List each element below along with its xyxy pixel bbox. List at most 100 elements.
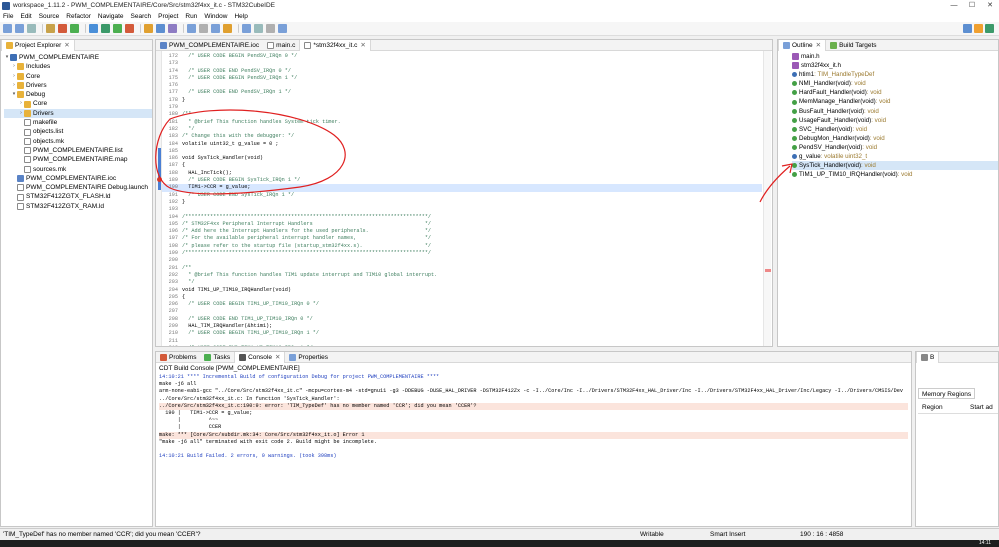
tab-memory-regions[interactable]: Memory Regions <box>918 388 976 399</box>
toolbar-button-icon[interactable] <box>46 24 55 33</box>
maximize-button[interactable]: ☐ <box>963 0 981 11</box>
outline-item[interactable]: stm32f4xx_it.h <box>792 61 998 70</box>
tree-item[interactable]: objects.list <box>4 127 152 136</box>
toolbar-button-icon[interactable] <box>101 24 110 33</box>
tab-console[interactable]: Console ✕ <box>234 352 286 363</box>
toolbar-button-icon[interactable] <box>70 24 79 33</box>
perspective-debug-icon[interactable] <box>974 24 983 33</box>
column-start-address[interactable]: Start ad <box>970 402 993 413</box>
toolbar-button-icon[interactable] <box>242 24 251 33</box>
tree-item[interactable]: ▾ Debug <box>4 90 152 99</box>
tree-item[interactable]: STM32F412ZGTX_RAM.ld <box>4 202 152 211</box>
tab-problems[interactable]: Problems <box>156 352 200 363</box>
outline-item[interactable]: main.h <box>792 52 998 61</box>
tree-item[interactable]: › Drivers <box>4 108 152 119</box>
tree-item[interactable]: PWM_COMPLEMENTAIRE.map <box>4 155 152 164</box>
toolbar-button-icon[interactable] <box>278 24 287 33</box>
toolbar-button-icon[interactable] <box>15 24 24 33</box>
toolbar-button-icon[interactable] <box>266 24 275 33</box>
tree-item[interactable]: PWM_COMPLEMENTAIRE.ioc <box>4 174 152 183</box>
outline-item[interactable]: UsageFault_Handler(void) : void <box>792 116 998 125</box>
tab-project-explorer[interactable]: Project Explorer ✕ <box>1 40 75 51</box>
console-output[interactable]: 14:10:21 **** Incremental Build of confi… <box>156 372 911 462</box>
line-number: 195 <box>168 220 178 227</box>
tab-properties[interactable]: Properties <box>285 352 332 363</box>
tree-item[interactable]: PWM_COMPLEMENTAIRE Debug.launch <box>4 183 152 192</box>
outline-item[interactable]: g_value : volatile uint32_t <box>792 152 998 161</box>
menu-file[interactable]: File <box>3 13 13 20</box>
perspective-cpp-icon[interactable] <box>963 24 972 33</box>
editor-scrollbar[interactable] <box>763 51 771 346</box>
tree-item[interactable]: objects.mk <box>4 137 152 146</box>
toolbar-button-icon[interactable] <box>199 24 208 33</box>
editor-tab[interactable]: PWM_COMPLEMENTAIRE.ioc <box>156 40 263 51</box>
menu-source[interactable]: Source <box>39 13 60 20</box>
tree-item[interactable]: › Includes <box>4 62 152 71</box>
close-icon[interactable]: ✕ <box>64 40 69 51</box>
close-icon[interactable]: ✕ <box>275 352 280 363</box>
tree-item[interactable]: › Drivers <box>4 81 152 90</box>
close-icon[interactable]: ✕ <box>360 40 365 51</box>
tree-item[interactable]: STM32F412ZGTX_FLASH.ld <box>4 192 152 201</box>
menu-window[interactable]: Window <box>204 13 227 20</box>
toolbar-button-icon[interactable] <box>187 24 196 33</box>
editor-tab[interactable]: *stm32f4xx_it.c ✕ <box>299 40 371 51</box>
close-icon[interactable]: ✕ <box>816 40 821 51</box>
outline-item[interactable]: MemManage_Handler(void) : void <box>792 97 998 106</box>
overview-error-marker[interactable] <box>765 269 771 272</box>
toolbar-button-icon[interactable] <box>211 24 220 33</box>
toolbar-button-icon[interactable] <box>89 24 98 33</box>
outline-item-type: : void <box>869 134 885 142</box>
outline-item[interactable]: htim1 : TIM_HandleTypeDef <box>792 70 998 79</box>
perspective-device-icon[interactable] <box>985 24 994 33</box>
code-text: volatile uint32_t g_value = 0 ; <box>182 140 279 147</box>
tab-build-analyzer[interactable]: B <box>916 352 940 363</box>
memory-tabbar: B <box>916 352 998 363</box>
outline-item[interactable]: BusFault_Handler(void) : void <box>792 107 998 116</box>
code-area[interactable]: 172 /* USER CODE BEGIN PendSV_IRQn 0 */1… <box>162 51 762 346</box>
menu-edit[interactable]: Edit <box>20 13 31 20</box>
menu-refactor[interactable]: Refactor <box>66 13 91 20</box>
status-insert-mode[interactable]: Smart Insert <box>710 531 800 538</box>
outline-item[interactable]: SVC_Handler(void) : void <box>792 125 998 134</box>
menu-search[interactable]: Search <box>131 13 152 20</box>
toolbar-button-icon[interactable] <box>3 24 12 33</box>
toolbar-separator <box>42 24 43 33</box>
toolbar-button-icon[interactable] <box>58 24 67 33</box>
outline-item[interactable]: NMI_Handler(void) : void <box>792 79 998 88</box>
tree-item[interactable]: sources.mk <box>4 165 152 174</box>
toolbar-button-icon[interactable] <box>125 24 134 33</box>
toolbar-button-icon[interactable] <box>168 24 177 33</box>
editor-panel: PWM_COMPLEMENTAIRE.ioc main.c *stm32f4xx_i… <box>155 39 773 347</box>
tree-item[interactable]: › Core <box>4 99 152 108</box>
minimize-button[interactable]: — <box>945 0 963 11</box>
editor-tab[interactable]: main.c <box>263 40 299 51</box>
outline-item[interactable]: PendSV_Handler(void) : void <box>792 143 998 152</box>
tree-item[interactable]: › Core <box>4 72 152 81</box>
toolbar-button-icon[interactable] <box>113 24 122 33</box>
outline-item[interactable]: SysTick_Handler(void) : void <box>792 161 998 171</box>
outline-item[interactable]: DebugMon_Handler(void) : void <box>792 134 998 143</box>
close-button[interactable]: ✕ <box>981 0 999 11</box>
tree-item[interactable]: PWM_COMPLEMENTAIRE.list <box>4 146 152 155</box>
toolbar-button-icon[interactable] <box>27 24 36 33</box>
toolbar-button-icon[interactable] <box>144 24 153 33</box>
file-icon <box>17 184 24 192</box>
outline-item[interactable]: HardFault_Handler(void) : void <box>792 88 998 97</box>
menu-help[interactable]: Help <box>234 13 247 20</box>
tab-tasks[interactable]: Tasks <box>200 352 234 363</box>
tree-item[interactable]: ▾ PWM_COMPLEMENTAIRE <box>4 53 152 62</box>
outline-item[interactable]: TIM1_UP_TIM10_IRQHandler(void) : void <box>792 170 998 179</box>
toolbar-button-icon[interactable] <box>156 24 165 33</box>
tree-item[interactable]: makefile <box>4 118 152 127</box>
tab-build-targets[interactable]: Build Targets <box>826 40 880 51</box>
toolbar-button-icon[interactable] <box>254 24 263 33</box>
menu-run[interactable]: Run <box>185 13 197 20</box>
column-region[interactable]: Region <box>918 402 970 413</box>
code-text: /* STM32F4xx Peripheral Interrupt Handle… <box>182 220 432 227</box>
tab-outline[interactable]: Outline ✕ <box>778 40 827 51</box>
menu-navigate[interactable]: Navigate <box>98 13 124 20</box>
toolbar-button-icon[interactable] <box>223 24 232 33</box>
console-tabbar: Problems Tasks Console ✕ Properties <box>156 352 911 363</box>
menu-project[interactable]: Project <box>158 13 178 20</box>
